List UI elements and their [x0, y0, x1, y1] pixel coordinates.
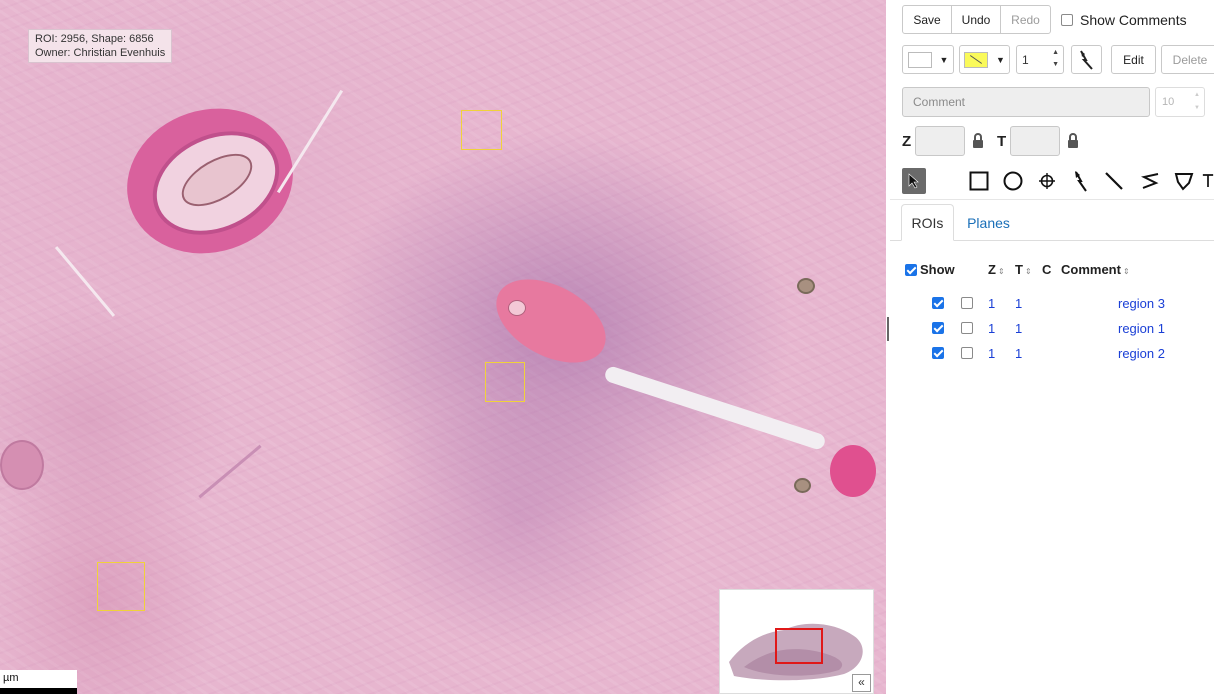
image-viewer[interactable]: ROI: 2956, Shape: 6856 Owner: Christian …: [0, 0, 888, 694]
row-t[interactable]: 1: [1015, 321, 1022, 336]
roi-tooltip-id: ROI: 2956, Shape: 6856: [35, 33, 154, 45]
line-tool[interactable]: [1102, 168, 1126, 194]
sort-icon: ⇕: [997, 267, 1005, 276]
tab-planes[interactable]: Planes: [960, 204, 1017, 241]
column-header-t[interactable]: T ⇕: [1015, 262, 1032, 277]
roi-panel: Save Undo Redo Show Comments ▼ ▼ 1 ▲ ▼ E…: [890, 0, 1214, 694]
chevron-down-icon: ▼: [939, 54, 949, 65]
font-size-stepper[interactable]: 10 ▲ ▼: [1155, 87, 1205, 117]
text-tool[interactable]: [1202, 168, 1214, 194]
scale-bar-unit: µm: [3, 672, 19, 684]
row-z[interactable]: 1: [988, 321, 995, 336]
splitter-grip-icon[interactable]: [887, 317, 889, 341]
row-comment[interactable]: region 3: [1118, 296, 1165, 311]
row-z[interactable]: 1: [988, 296, 995, 311]
stroke-width-value: 1: [1022, 53, 1029, 67]
polyline-icon: [1141, 173, 1159, 189]
roi-rectangle[interactable]: [461, 110, 502, 150]
z-input[interactable]: [915, 126, 965, 156]
polyline-tool[interactable]: [1138, 168, 1162, 194]
overview-viewport-rect[interactable]: [775, 628, 823, 664]
lock-icon[interactable]: [972, 133, 984, 149]
ellipse-tool[interactable]: [1001, 168, 1025, 194]
show-comments-checkbox[interactable]: [1061, 14, 1073, 26]
overview-map[interactable]: [719, 589, 874, 694]
scale-bar-line: [0, 688, 77, 694]
tissue-fiber: [276, 89, 344, 194]
chevron-down-icon: ▼: [996, 54, 1005, 65]
tissue-vessel: [0, 440, 44, 490]
t-label: T: [997, 133, 1007, 150]
stroke-width-stepper[interactable]: 1 ▲ ▼: [1016, 45, 1064, 74]
stroke-color-picker[interactable]: ▼: [902, 45, 954, 74]
edit-button[interactable]: Edit: [1111, 45, 1156, 74]
sort-icon: ⇕: [1122, 267, 1130, 276]
row-show-checkbox[interactable]: [932, 322, 944, 334]
point-tool[interactable]: [1035, 168, 1059, 194]
arrow-icon: [1079, 50, 1093, 70]
tissue-lobule-core: [508, 300, 526, 316]
pointer-icon: [908, 173, 919, 189]
lock-icon[interactable]: [1067, 133, 1079, 149]
column-header-comment[interactable]: Comment ⇕: [1061, 262, 1130, 277]
show-comments-label[interactable]: Show Comments: [1080, 12, 1187, 28]
tissue-dot: [794, 478, 811, 493]
fill-color-swatch: [964, 51, 989, 68]
delete-button[interactable]: Delete: [1161, 45, 1214, 74]
stroke-color-swatch: [907, 51, 932, 68]
stepper-down-icon[interactable]: ▼: [1052, 61, 1059, 68]
tissue-cleft: [603, 364, 827, 452]
show-all-checkbox[interactable]: [905, 264, 917, 276]
roi-tooltip: ROI: 2956, Shape: 6856 Owner: Christian …: [28, 29, 173, 63]
stepper-up-icon[interactable]: ▲: [1052, 49, 1059, 56]
column-header-z[interactable]: Z ⇕: [988, 262, 1005, 277]
scale-bar: µm: [0, 670, 77, 694]
tissue-fiber: [198, 444, 262, 499]
line-icon: [1105, 172, 1123, 190]
roi-rectangle[interactable]: [485, 362, 525, 402]
stepper-down-icon[interactable]: ▼: [1194, 105, 1200, 111]
tissue-stain-spot: [830, 445, 876, 497]
collapse-overview-button[interactable]: «: [852, 674, 871, 692]
pointer-tool[interactable]: [902, 168, 926, 194]
roi-rectangle[interactable]: [97, 562, 145, 611]
save-button[interactable]: Save: [902, 5, 952, 34]
font-size-value: 10: [1162, 96, 1175, 108]
tab-rois[interactable]: ROIs: [901, 204, 954, 241]
row-select-checkbox[interactable]: [961, 297, 973, 309]
column-header-c[interactable]: C: [1042, 262, 1051, 277]
polygon-icon: [1174, 173, 1194, 191]
arrow-icon: [1075, 171, 1087, 192]
column-header-show[interactable]: Show: [920, 262, 955, 277]
row-comment[interactable]: region 1: [1118, 321, 1165, 336]
row-select-checkbox[interactable]: [961, 322, 973, 334]
point-icon: [1039, 173, 1055, 189]
stepper-up-icon[interactable]: ▲: [1194, 92, 1200, 98]
comment-input[interactable]: Comment: [902, 87, 1150, 117]
arrow-tool[interactable]: [1069, 168, 1093, 194]
tools-divider: [890, 199, 1214, 200]
row-comment[interactable]: region 2: [1118, 346, 1165, 361]
arrow-style-button[interactable]: [1071, 45, 1102, 74]
text-icon: [1202, 174, 1214, 187]
redo-button[interactable]: Redo: [1000, 5, 1051, 34]
row-show-checkbox[interactable]: [932, 347, 944, 359]
z-label: Z: [902, 133, 912, 150]
undo-button[interactable]: Undo: [951, 5, 1001, 34]
rectangle-icon: [969, 171, 989, 191]
tissue-fiber: [54, 246, 116, 317]
polygon-tool[interactable]: [1172, 168, 1196, 194]
t-input[interactable]: [1010, 126, 1060, 156]
tissue-dot: [797, 278, 815, 294]
sort-icon: ⇕: [1024, 267, 1032, 276]
row-select-checkbox[interactable]: [961, 347, 973, 359]
row-t[interactable]: 1: [1015, 296, 1022, 311]
fill-color-picker[interactable]: ▼: [959, 45, 1010, 74]
roi-tooltip-owner: Owner: Christian Evenhuis: [35, 47, 166, 59]
row-z[interactable]: 1: [988, 346, 995, 361]
row-show-checkbox[interactable]: [932, 297, 944, 309]
row-t[interactable]: 1: [1015, 346, 1022, 361]
rectangle-tool[interactable]: [967, 168, 991, 194]
ellipse-icon: [1003, 171, 1023, 191]
